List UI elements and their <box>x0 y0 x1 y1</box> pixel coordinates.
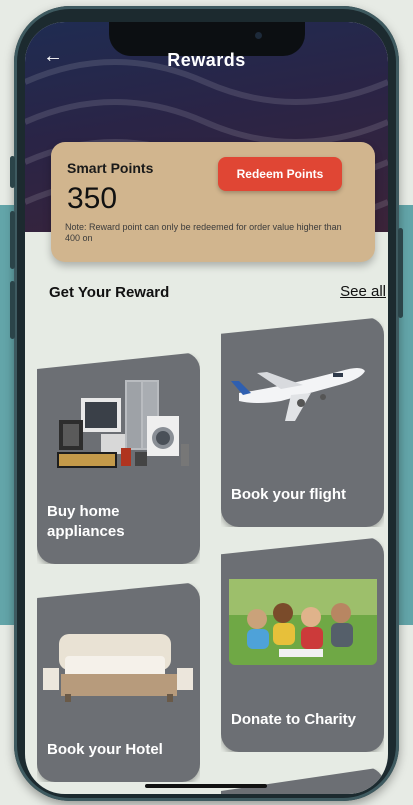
reward-card-label: Donate to Charity <box>231 711 357 728</box>
camera-icon <box>255 32 262 39</box>
reward-card-label: Buy home appliances <box>47 503 125 540</box>
points-label: Smart Points <box>67 160 154 176</box>
reward-card-hotel[interactable]: Book your Hotel <box>37 582 200 782</box>
smart-points-card: Smart Points 350 Redeem Points Note: Rew… <box>51 142 375 262</box>
home-indicator[interactable] <box>145 784 267 788</box>
home-appliances-image <box>57 380 189 468</box>
reward-card-next[interactable] <box>221 767 384 794</box>
see-all-link[interactable]: See all <box>340 283 386 300</box>
points-value: 350 <box>67 182 118 215</box>
volume-down-button <box>10 281 15 339</box>
children-image <box>229 579 377 665</box>
app-screen: ← Rewards Smart Points 350 Redeem Points… <box>25 22 388 794</box>
bed-image <box>43 634 193 702</box>
reward-card-label: Book your Hotel <box>47 741 163 758</box>
volume-up-button <box>10 211 15 269</box>
section-title: Get Your Reward <box>49 284 170 301</box>
airplane-image <box>231 368 365 421</box>
reward-card-flight[interactable]: Book your flight <box>221 317 384 527</box>
power-button <box>398 228 403 318</box>
points-note: Note: Reward point can only be redeemed … <box>65 222 342 243</box>
redeem-points-button[interactable]: Redeem Points <box>218 157 342 191</box>
reward-card-appliances[interactable]: Buy home appliances <box>37 352 200 564</box>
mute-button <box>10 156 15 188</box>
page-title: Rewards <box>167 50 246 70</box>
reward-card-charity[interactable]: Donate to Charity <box>221 537 384 752</box>
reward-card-label: Book your flight <box>231 486 346 503</box>
